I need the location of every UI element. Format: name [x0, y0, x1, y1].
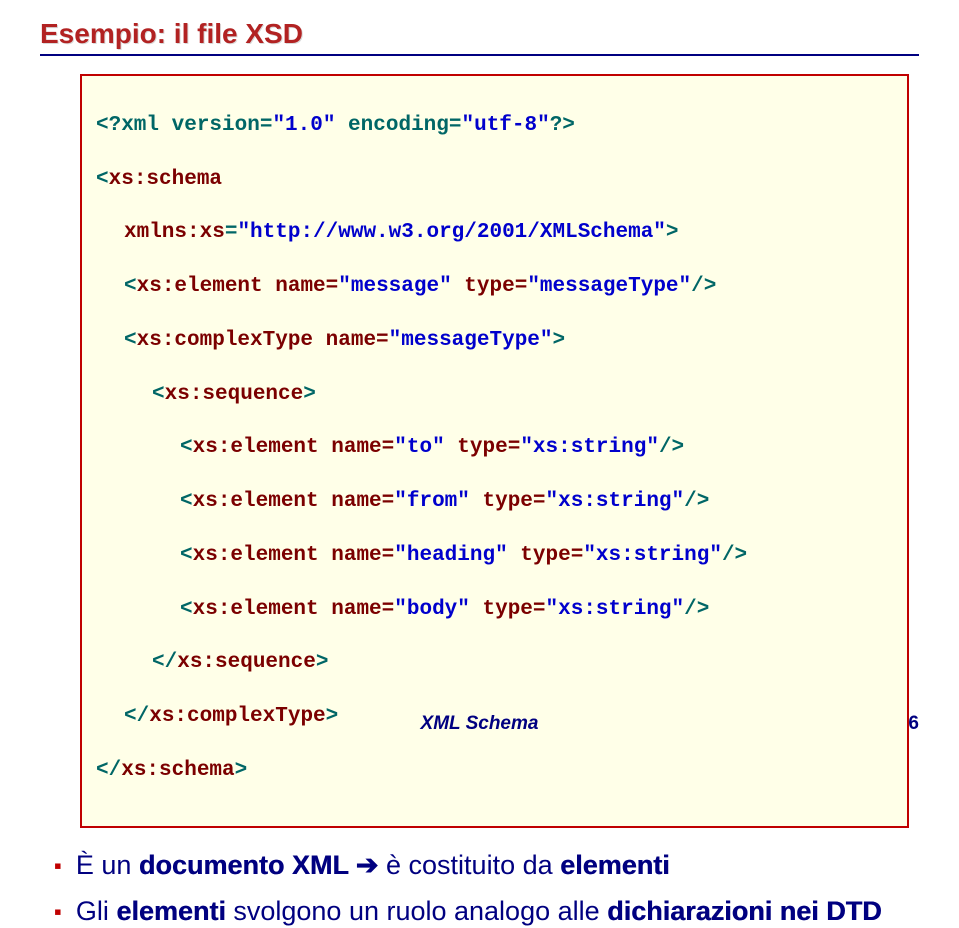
- bullet-marker-icon: ▪: [54, 896, 62, 928]
- slide-title: Esempio: il file XSD: [40, 18, 919, 50]
- bullet-item-1: ▪ È un documento XML ➔ è costituito da e…: [54, 850, 919, 882]
- xs-schema-open: xs:schema: [109, 168, 222, 191]
- xs-schema-close: xs:schema: [121, 759, 234, 782]
- arrow-icon: ➔: [348, 850, 386, 880]
- bullet-marker-icon: ▪: [54, 850, 62, 882]
- xs-element: xs:element: [137, 275, 263, 298]
- xs-sequence-close: xs:sequence: [177, 651, 316, 674]
- bullet-item-2: ▪ Gli elementi svolgono un ruolo analogo…: [54, 896, 919, 928]
- page-number: 6: [908, 713, 919, 735]
- xml-decl: <?xml version=: [96, 114, 272, 137]
- bullet-list: ▪ È un documento XML ➔ è costituito da e…: [54, 850, 919, 928]
- bold-text: documento XML: [139, 850, 349, 880]
- xs-sequence-open: xs:sequence: [165, 383, 304, 406]
- title-divider: [40, 54, 919, 56]
- footer-text: XML Schema: [0, 713, 959, 735]
- xs-complextype-open: xs:complexType: [137, 329, 313, 352]
